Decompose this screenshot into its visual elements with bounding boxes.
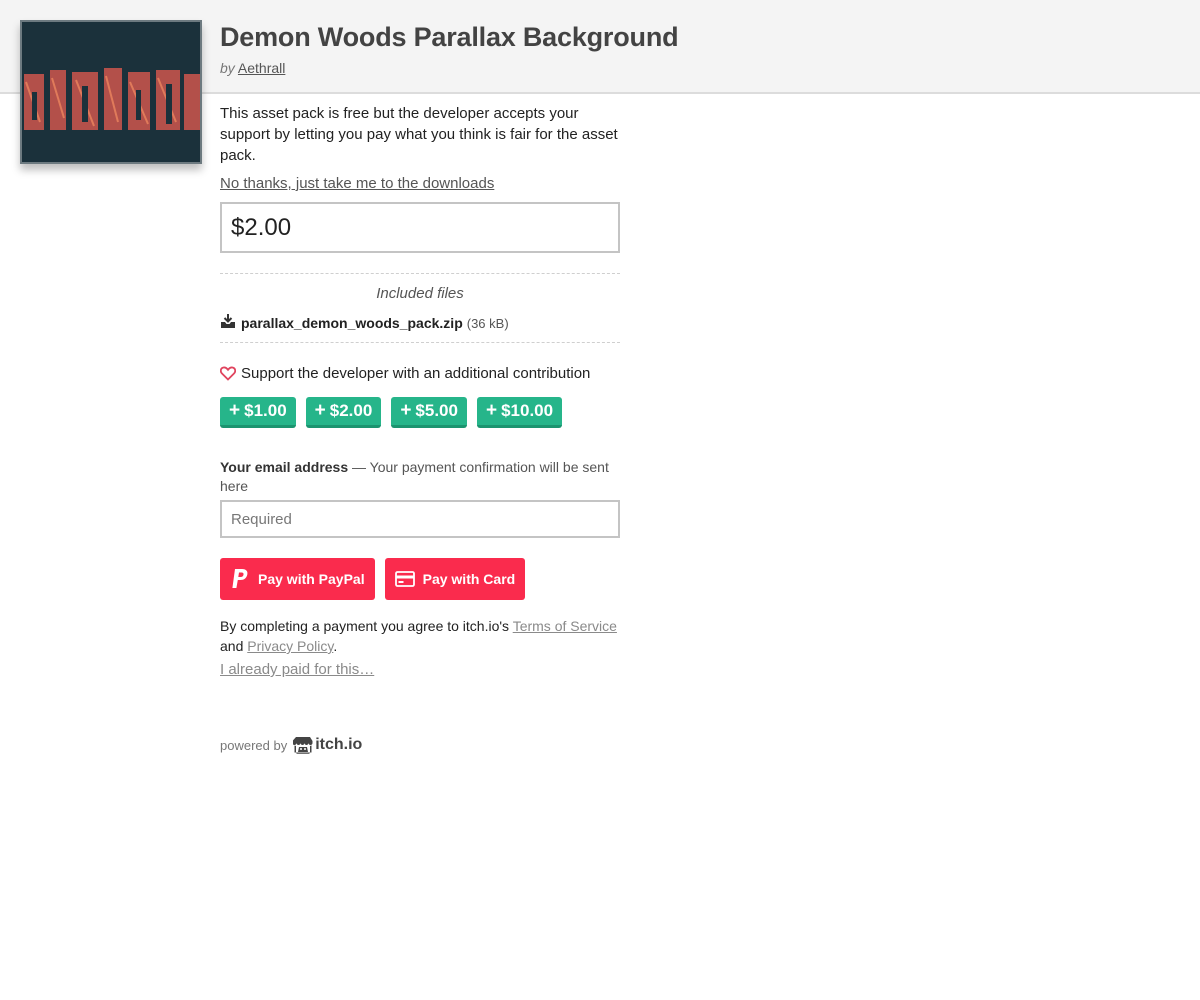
pay-with-card-button[interactable]: Pay with Card [384, 558, 526, 600]
file-row: parallax_demon_woods_pack.zip (36 kB) [220, 314, 620, 332]
byline-prefix: by [220, 60, 235, 76]
itchio-logo-icon [293, 737, 313, 754]
privacy-policy-link[interactable]: Privacy Policy [247, 638, 333, 654]
email-label: Your email address — Your payment confir… [220, 458, 620, 496]
byline: by Aethrall [220, 60, 285, 76]
tip-button-5[interactable]: + $5.00 [391, 397, 467, 428]
included-files-label: Included files [376, 285, 464, 302]
itchio-brand: itch.io [315, 736, 363, 753]
file-size: (36 kB) [466, 315, 509, 331]
included-files: Included files parallax_demon_woods_pack… [220, 273, 620, 343]
tip-buttons: + $1.00 + $2.00 + $5.00 + $10.00 [220, 397, 620, 428]
payment-buttons: Pay with PayPal Pay with Card [220, 558, 620, 600]
tip-button-2[interactable]: + $2.00 [305, 397, 382, 428]
powered-by-text: powered by [220, 737, 288, 753]
heart-icon [220, 366, 236, 381]
intro-text: This asset pack is free but the develope… [220, 105, 618, 164]
support-text: Support the developer with an additional… [241, 365, 591, 382]
tip-amount: $5.00 [415, 401, 458, 420]
download-icon [220, 314, 236, 332]
purchase-form: This asset pack is free but the develope… [220, 103, 620, 754]
terms-of-service-link[interactable]: Terms of Service [513, 618, 617, 634]
cover-image [20, 20, 202, 164]
email-label-title: Your email address [220, 459, 349, 475]
plus-icon: + [400, 400, 412, 421]
already-paid-link[interactable]: I already paid for this… [220, 661, 620, 678]
author-link[interactable]: Aethrall [238, 60, 285, 76]
tip-button-10[interactable]: + $10.00 [476, 397, 563, 428]
card-icon [394, 571, 415, 587]
pay-with-paypal-button[interactable]: Pay with PayPal [220, 558, 375, 600]
tip-amount: $10.00 [501, 401, 554, 420]
paypal-icon [230, 568, 250, 590]
terms-and: and [220, 638, 248, 654]
page-title: Demon Woods Parallax Background [220, 22, 679, 52]
plus-icon: + [229, 400, 241, 421]
tip-button-1[interactable]: + $1.00 [220, 397, 296, 428]
plus-icon: + [314, 400, 326, 421]
page-header: Demon Woods Parallax Background by Aethr… [0, 0, 1200, 164]
powered-by: powered by itch.io [220, 736, 620, 754]
email-field[interactable] [220, 500, 620, 538]
file-name: parallax_demon_woods_pack.zip [241, 315, 463, 331]
cover-art [22, 22, 200, 162]
support-developer: Support the developer with an additional… [220, 365, 620, 382]
card-label: Pay with Card [422, 571, 516, 587]
terms-prefix: By completing a payment you agree to itc… [220, 618, 513, 634]
terms-text: By completing a payment you agree to itc… [220, 616, 620, 656]
paypal-label: Pay with PayPal [258, 571, 365, 587]
itchio-logo[interactable]: itch.io [293, 736, 362, 754]
tip-amount: $2.00 [329, 401, 373, 420]
tip-amount: $1.00 [244, 401, 287, 420]
plus-icon: + [485, 400, 498, 421]
price-input[interactable]: $2.00 [220, 202, 620, 253]
terms-suffix: . [333, 638, 338, 654]
skip-to-downloads-link[interactable]: No thanks, just take me to the downloads [220, 175, 620, 192]
